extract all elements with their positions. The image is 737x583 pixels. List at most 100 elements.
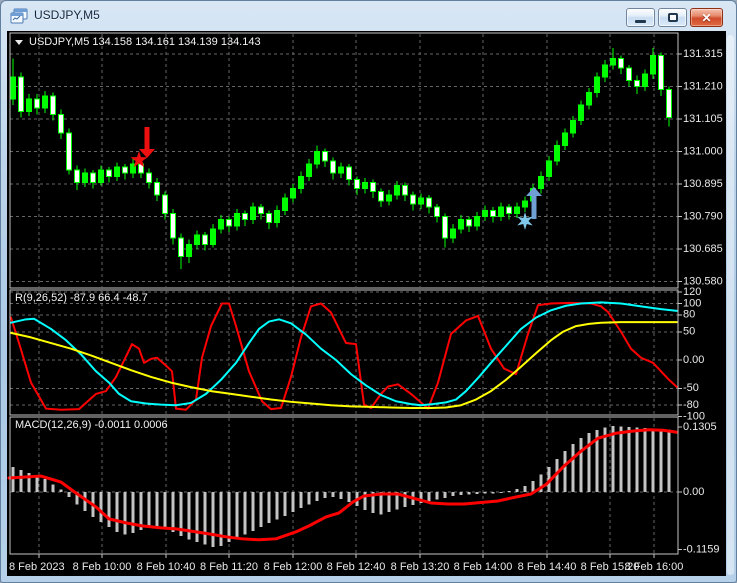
candle-body-bull bbox=[290, 188, 296, 199]
candle-body-bear bbox=[346, 166, 352, 180]
wpr-axis-label: 80 bbox=[683, 309, 695, 321]
candle-body-bear bbox=[354, 178, 360, 190]
candle-body-bull bbox=[514, 206, 520, 214]
price-axis-label: 131.000 bbox=[683, 145, 723, 157]
candle-body-bear bbox=[434, 206, 440, 217]
candle-body-bear bbox=[426, 197, 432, 208]
time-axis-label: 8 Feb 12:40 bbox=[327, 561, 386, 573]
time-axis-label: 8 Feb 10:00 bbox=[73, 561, 132, 573]
candle-body-bull bbox=[554, 144, 560, 162]
candle-body-bull bbox=[114, 166, 120, 177]
candle-body-bull bbox=[538, 175, 544, 190]
candle-body-bear bbox=[122, 166, 128, 174]
candle-body-bull bbox=[82, 172, 88, 183]
macd-axis-label: 0.00 bbox=[683, 486, 704, 498]
candle-body-bear bbox=[58, 113, 64, 134]
candle-body-bull bbox=[362, 181, 368, 190]
restore-icon bbox=[667, 13, 678, 22]
candle-body-bull bbox=[474, 215, 480, 227]
restore-button[interactable] bbox=[658, 8, 687, 27]
candle-body-bull bbox=[458, 219, 464, 230]
candle-body-bear bbox=[66, 132, 72, 171]
minimize-button[interactable] bbox=[626, 8, 655, 27]
time-axis-label: 8 Feb 14:40 bbox=[518, 561, 577, 573]
candle-body-bear bbox=[370, 181, 376, 193]
candle-body-bull bbox=[602, 64, 608, 78]
close-button[interactable]: ✕ bbox=[690, 8, 723, 27]
window-title: USDJPY,M5 bbox=[34, 8, 100, 22]
candle-body-bear bbox=[442, 215, 448, 239]
candle-body-bull bbox=[642, 73, 648, 87]
candle-body-bull bbox=[194, 234, 200, 245]
wpr-line-slow bbox=[10, 321, 678, 410]
wpr-indicator-label: R(9,26,52) -87.9 66.4 -48.7 bbox=[15, 292, 148, 304]
candle-body-bull bbox=[522, 200, 528, 208]
chart-window-icon bbox=[10, 8, 28, 24]
candle-body-bull bbox=[298, 175, 304, 190]
candle-body-bull bbox=[42, 95, 48, 109]
candle-body-bear bbox=[90, 172, 96, 183]
candle-body-bull bbox=[338, 166, 344, 174]
wpr-axis-label: 120 bbox=[683, 286, 701, 298]
price-axis-label: 130.790 bbox=[683, 210, 723, 222]
candle-body-bear bbox=[106, 169, 112, 177]
signal-star bbox=[517, 212, 533, 230]
candle-body-bear bbox=[330, 160, 336, 174]
buy-arrow-icon bbox=[526, 187, 542, 219]
candle-body-bull bbox=[210, 228, 216, 245]
candle-body-bear bbox=[666, 89, 672, 118]
chart-client-area[interactable]: 131.315 131.210 131.105 131.000 130.895 130.7… bbox=[7, 31, 726, 576]
candle-body-bull bbox=[250, 206, 256, 221]
time-axis-label: 8 Feb 14:00 bbox=[454, 561, 513, 573]
candle-body-bear bbox=[170, 212, 176, 239]
candle-body-bull bbox=[546, 160, 552, 177]
wpr-axis-label: -50 bbox=[683, 382, 699, 394]
candle-body-bull bbox=[650, 55, 656, 75]
price-axis-label: 131.210 bbox=[683, 80, 723, 92]
candle-body-bull bbox=[186, 243, 192, 258]
minimize-icon bbox=[635, 20, 646, 23]
candle-body-bull bbox=[498, 206, 504, 217]
candle-body-bear bbox=[202, 234, 208, 245]
application-window: USDJPY,M5 ✕ 131.315 131.210 131.105 131.000… bbox=[0, 0, 737, 583]
candle-body-bear bbox=[74, 169, 80, 183]
time-axis-label: 8 Feb 12:00 bbox=[264, 561, 323, 573]
candle-body-bear bbox=[162, 194, 168, 214]
candle-body-bear bbox=[410, 194, 416, 205]
wpr-axis-label: 100 bbox=[683, 297, 701, 309]
candle-body-bear bbox=[34, 98, 40, 109]
candle-body-bull bbox=[282, 197, 288, 211]
wpr-line-fast bbox=[10, 301, 678, 411]
candle-body-bear bbox=[658, 55, 664, 91]
candle-body-bull bbox=[386, 194, 392, 202]
candle-body-bear bbox=[322, 150, 328, 162]
macd-pane-frame bbox=[9, 416, 679, 555]
time-axis-label: 8 Feb 10:40 bbox=[137, 561, 196, 573]
time-axis-label: 8 Feb 13:20 bbox=[391, 561, 450, 573]
time-axis-label: 8 Feb 16:00 bbox=[625, 561, 684, 573]
candle-body-bull bbox=[450, 228, 456, 239]
sell-arrow-icon bbox=[139, 127, 155, 158]
candle-body-bear bbox=[146, 172, 152, 183]
macd-indicator-label: MACD(12,26,9) -0.0011 0.0006 bbox=[15, 419, 168, 431]
price-axis-label: 131.105 bbox=[683, 113, 723, 125]
candle-body-bear bbox=[490, 209, 496, 217]
candle-body-bear bbox=[178, 237, 184, 258]
symbol-ohlc-text: USDJPY,M5 134.158 134.161 134.139 134.14… bbox=[29, 36, 261, 48]
candle-body-bear bbox=[50, 95, 56, 115]
macd-axis-label: -0.1159 bbox=[683, 544, 720, 556]
time-axis-label: 8 Feb 11:20 bbox=[200, 561, 258, 573]
main-pane-frame bbox=[9, 32, 679, 289]
candle-body-bear bbox=[634, 79, 640, 87]
candle-body-bull bbox=[26, 98, 32, 112]
wpr-line-mid bbox=[10, 301, 678, 407]
candle-body-bear bbox=[266, 212, 272, 224]
candle-body-bull bbox=[578, 104, 584, 122]
wpr-axis-label: -80 bbox=[683, 399, 699, 411]
title-bar[interactable]: USDJPY,M5 ✕ bbox=[1, 1, 736, 31]
wpr-axis-label: 0.00 bbox=[683, 354, 704, 366]
candle-body-bear bbox=[402, 185, 408, 196]
candle-body-bull bbox=[482, 209, 488, 217]
chevron-down-icon[interactable] bbox=[15, 39, 23, 45]
candle-body-bear bbox=[506, 206, 512, 214]
